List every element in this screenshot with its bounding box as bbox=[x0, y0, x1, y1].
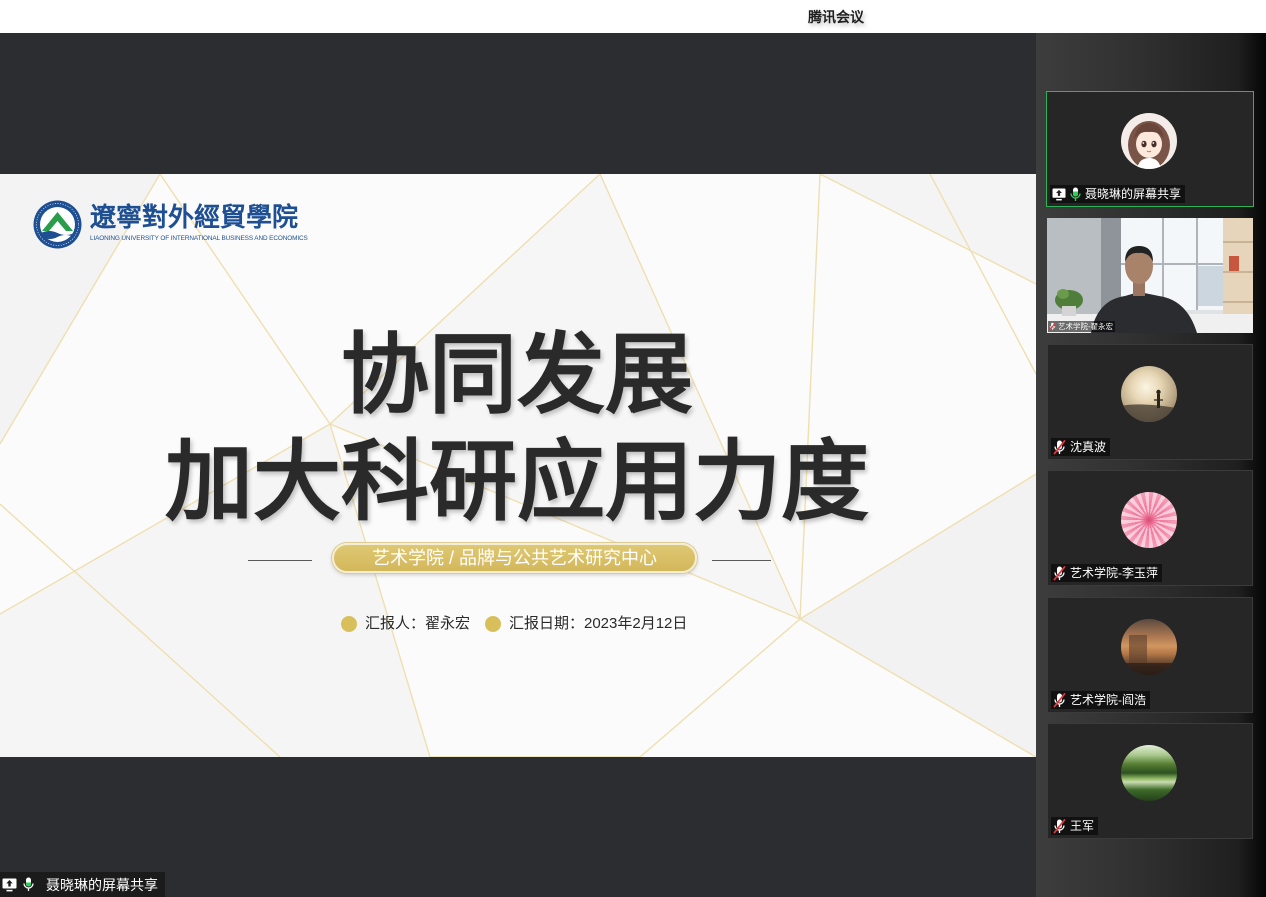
participant-label: 艺术学院-李玉萍 bbox=[1051, 564, 1162, 582]
slide-title-line-1: 协同发展 bbox=[340, 325, 693, 424]
avatar bbox=[1121, 113, 1177, 169]
participant-tile[interactable]: 聂晓琳的屏幕共享 bbox=[1046, 91, 1254, 207]
slide-title-line-2: 加大科研应用力度 bbox=[164, 432, 869, 531]
bullet-dot bbox=[485, 616, 501, 632]
participant-label: 艺术学院-翟永宏 bbox=[1048, 321, 1115, 332]
reporter-text: 汇报人：翟永宏 bbox=[365, 615, 471, 632]
mic-muted-icon bbox=[1053, 439, 1066, 455]
mic-muted-icon bbox=[1049, 322, 1056, 331]
green-landscape-avatar bbox=[1121, 745, 1177, 801]
title-bar: 腾讯会议 bbox=[0, 0, 1266, 33]
participant-tile[interactable]: 沈真波 bbox=[1047, 344, 1253, 460]
participant-label: 王军 bbox=[1051, 817, 1099, 835]
dusk-photo-avatar bbox=[1121, 635, 1177, 675]
department-pill: 艺术学院 / 品牌与公共艺术研究中心 bbox=[332, 543, 697, 573]
participant-label: 聂晓琳的屏幕共享 bbox=[1050, 185, 1186, 203]
participant-name: 艺术学院-李玉萍 bbox=[1070, 566, 1158, 580]
participant-label: 沈真波 bbox=[1051, 438, 1111, 456]
participant-tile[interactable]: 艺术学院-李玉萍 bbox=[1047, 470, 1253, 586]
divider-left bbox=[248, 560, 312, 561]
participant-tile[interactable]: 王军 bbox=[1047, 723, 1253, 839]
participant-video-tile[interactable]: 艺术学院-翟永宏 bbox=[1047, 218, 1253, 333]
participant-name: 艺术学院-阎浩 bbox=[1070, 693, 1146, 707]
participant-gallery[interactable]: 聂晓琳的屏幕共享 艺术学院-翟永宏 沈真波 艺术学院-李玉萍 艺术学院-阎浩 王… bbox=[1036, 33, 1266, 897]
bullet-dot bbox=[341, 616, 357, 632]
mic-muted-icon bbox=[1053, 692, 1066, 708]
mic-muted-icon bbox=[1053, 565, 1066, 581]
sunset-figure-avatar bbox=[1121, 389, 1177, 422]
participant-name: 沈真波 bbox=[1070, 440, 1107, 454]
participant-video-feed bbox=[1047, 218, 1253, 333]
participant-name: 王军 bbox=[1070, 819, 1095, 833]
cartoon-girl-avatar bbox=[1121, 113, 1177, 169]
university-name-cn: 遼寧對外經貿學院 bbox=[90, 203, 299, 233]
participant-name: 聂晓琳的屏幕共享 bbox=[1085, 187, 1182, 201]
divider-right bbox=[712, 560, 771, 561]
university-name-en: LIAONING UNIVERSITY OF INTERNATIONAL BUS… bbox=[90, 235, 308, 242]
shared-slide: 遼寧對外經貿學院 LIAONING UNIVERSITY OF INTERNAT… bbox=[0, 174, 1036, 757]
avatar bbox=[1121, 619, 1177, 675]
avatar bbox=[1121, 366, 1177, 422]
mic-muted-icon bbox=[1053, 818, 1066, 834]
screen-share-label: 聂晓琳的屏幕共享 bbox=[0, 872, 165, 897]
window-title: 腾讯会议 bbox=[808, 9, 864, 25]
report-date-text: 汇报日期：2023年2月12日 bbox=[509, 615, 688, 632]
screen-share-icon bbox=[2, 878, 17, 892]
participant-label: 艺术学院-阎浩 bbox=[1051, 691, 1150, 709]
screen-share-icon bbox=[1052, 187, 1066, 201]
participant-name: 艺术学院-翟永宏 bbox=[1058, 322, 1113, 331]
participant-tile[interactable]: 艺术学院-阎浩 bbox=[1047, 597, 1253, 713]
shared-screen-stage[interactable]: 遼寧對外經貿學院 LIAONING UNIVERSITY OF INTERNAT… bbox=[0, 33, 1036, 897]
mic-icon bbox=[23, 877, 34, 892]
mic-icon bbox=[1070, 187, 1081, 202]
university-emblem-icon bbox=[33, 200, 82, 249]
pink-flower-avatar bbox=[1121, 492, 1177, 548]
screen-share-label-text: 聂晓琳的屏幕共享 bbox=[46, 876, 158, 893]
